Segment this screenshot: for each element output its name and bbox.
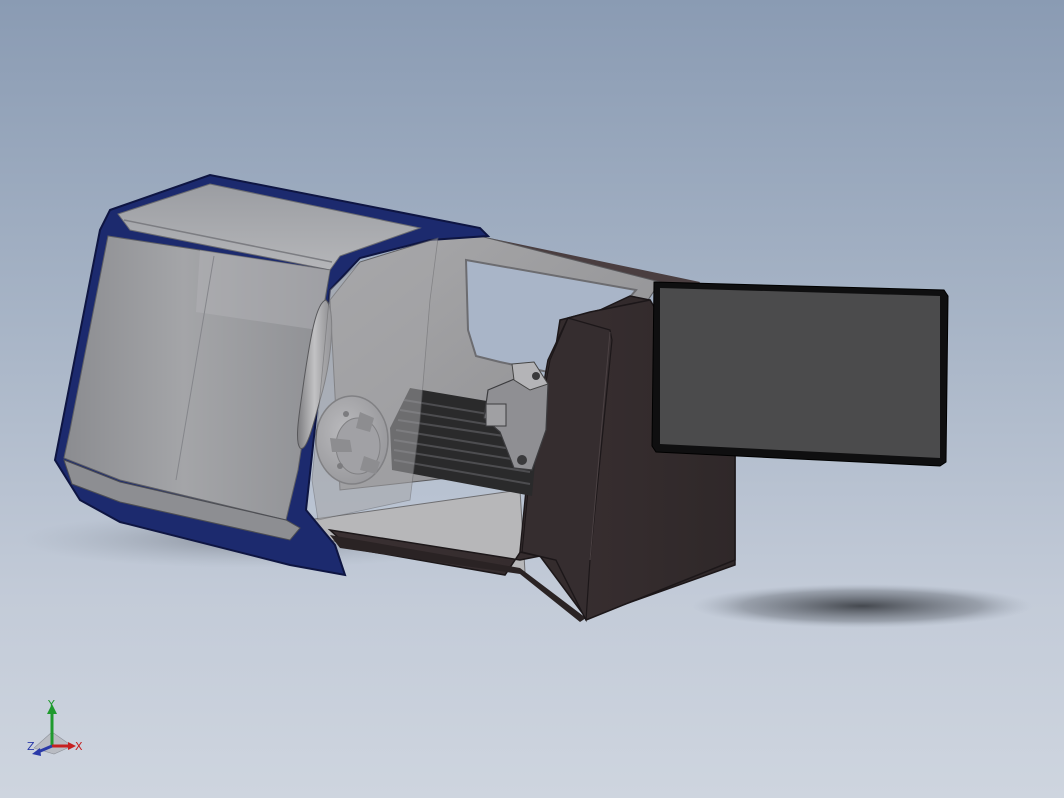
triad-graphic (32, 704, 76, 756)
graphics-viewport[interactable]: Y X Z (0, 0, 1064, 798)
axis-triad: Y X Z (24, 698, 94, 764)
triad-y-label: Y (48, 698, 55, 711)
triad-x-label: X (75, 740, 83, 753)
triad-z-label: Z (27, 740, 35, 753)
floor-shadow-right (692, 584, 1032, 628)
control-monitor (651, 281, 949, 467)
cnc-lathe-model[interactable] (0, 0, 1064, 798)
